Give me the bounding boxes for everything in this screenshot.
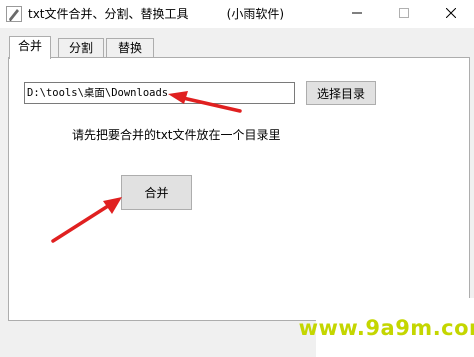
merge-button[interactable]: 合并 — [121, 175, 192, 210]
window-title: txt文件合并、分割、替换工具 (小雨软件) — [28, 7, 285, 21]
minimize-icon — [352, 7, 362, 21]
close-icon — [445, 7, 457, 21]
tab-replace[interactable]: 替换 — [106, 38, 154, 58]
close-button[interactable] — [428, 0, 474, 28]
folder-path-field[interactable]: D:\tools\桌面\Downloads — [24, 82, 295, 104]
maximize-icon — [399, 7, 409, 21]
merge-button-label: 合并 — [144, 186, 169, 200]
hint-text: 请先把要合并的txt文件放在一个目录里 — [72, 128, 281, 142]
tab-split[interactable]: 分割 — [58, 38, 104, 58]
watermark: www.9a9m.com — [299, 298, 474, 357]
pencil-icon — [6, 6, 22, 22]
minimize-button[interactable] — [334, 0, 380, 28]
maximize-button[interactable] — [381, 0, 427, 28]
tab-merge[interactable]: 合并 — [9, 36, 51, 59]
watermark-text: www.9a9m.com — [298, 315, 474, 340]
choose-directory-label: 选择目录 — [316, 86, 365, 101]
choose-directory-button[interactable]: 选择目录 — [306, 81, 376, 105]
